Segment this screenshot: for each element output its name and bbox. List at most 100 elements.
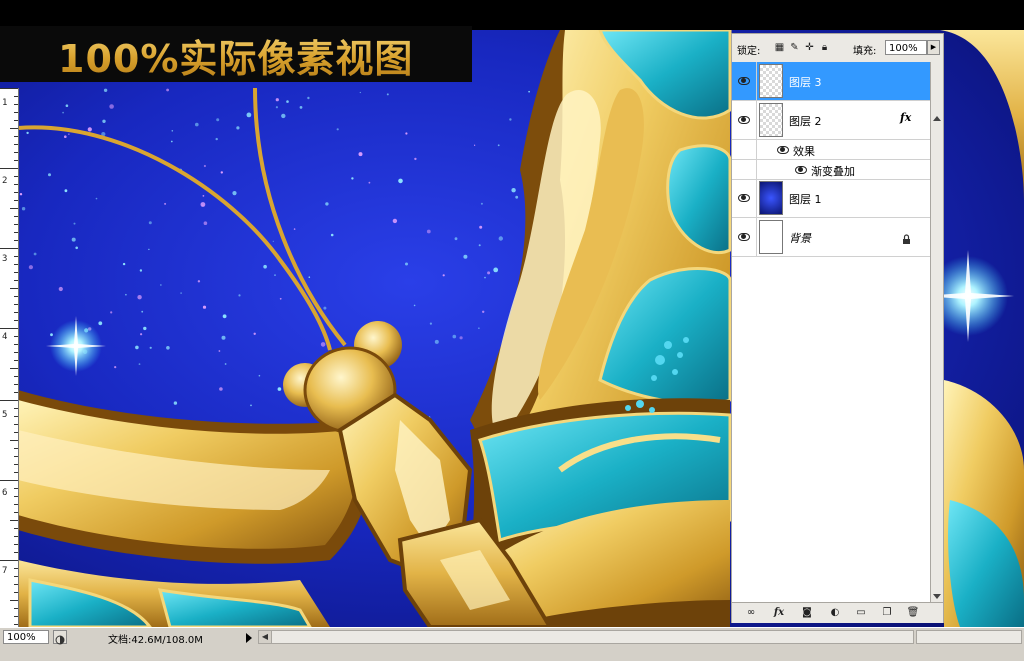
star [221, 335, 226, 340]
layers-scrollbar[interactable] [930, 62, 943, 602]
eye-icon[interactable] [735, 112, 753, 128]
star [359, 91, 361, 94]
layer-1-visibility[interactable] [732, 179, 757, 217]
scroll-up-icon[interactable] [933, 116, 941, 121]
scroll-down-icon[interactable] [933, 594, 941, 599]
ruler-number: 3 [2, 254, 8, 264]
star [509, 118, 512, 121]
fill-dropdown-button[interactable]: ▶ [927, 40, 940, 55]
layer-row-2[interactable]: 图层 2 fx [732, 101, 930, 140]
star [110, 311, 113, 314]
star [493, 267, 499, 273]
eye-icon[interactable] [735, 229, 753, 245]
eye-icon[interactable] [735, 190, 753, 206]
star [140, 333, 143, 336]
zoom-menu-button[interactable] [53, 630, 67, 645]
star [320, 342, 326, 347]
lock-transparency-icon[interactable]: ▦ [774, 42, 785, 53]
star [386, 93, 389, 96]
star [160, 284, 162, 286]
lock-label: 锁定: [737, 46, 761, 57]
star [170, 140, 173, 143]
status-bar: 100% 文档:42.6M/108.0M ◀ [0, 627, 1024, 661]
star [64, 135, 67, 138]
layer-2-name[interactable]: 图层 2 [789, 113, 822, 129]
ruler-number: 6 [2, 488, 8, 498]
fill-input[interactable]: 100% [885, 40, 927, 55]
background-name[interactable]: 背景 [789, 230, 811, 246]
layer-row-background[interactable]: 背景 [732, 218, 930, 257]
layer-effects-icon[interactable]: fx [900, 111, 911, 124]
background-thumbnail [759, 220, 783, 254]
background-visibility[interactable] [732, 218, 757, 256]
layers-panel: 锁定: ▦ ✎ ✛ 🔒︎ 填充: 100% ▶ 图层 3 图层 2 fx 效果 … [731, 33, 944, 623]
lock-position-icon[interactable]: ✛ [804, 42, 815, 53]
layer-2-visibility[interactable] [732, 101, 757, 139]
star [511, 188, 516, 193]
star [62, 111, 64, 114]
star [21, 207, 26, 211]
star [528, 90, 530, 93]
ruler-number: 1 [2, 98, 8, 108]
star [515, 195, 519, 199]
layer-row-3[interactable]: 图层 3 [732, 62, 930, 101]
layer-list: 图层 3 图层 2 fx 效果 渐变叠加 图层 1 背景 [732, 62, 930, 602]
star [275, 106, 278, 109]
delete-layer-icon[interactable]: 🗑︎ [906, 606, 920, 619]
star [277, 387, 282, 391]
star [258, 374, 261, 377]
document-size: 文档:42.6M/108.0M [108, 635, 203, 646]
star [215, 137, 218, 141]
lock-icon [902, 230, 910, 244]
star [497, 144, 500, 147]
star [64, 189, 68, 193]
effects-row[interactable]: 效果 [732, 140, 930, 159]
star [58, 286, 63, 292]
zoom-field[interactable]: 100% [3, 630, 49, 644]
star [103, 88, 108, 93]
eye-icon[interactable] [792, 162, 810, 178]
star [202, 305, 207, 309]
add-mask-icon[interactable]: ◙ [800, 606, 814, 619]
star [274, 274, 276, 276]
status-menu-icon[interactable] [244, 630, 254, 644]
star [26, 131, 29, 135]
eye-icon[interactable] [774, 142, 792, 158]
star [482, 310, 485, 313]
layer-row-1[interactable]: 图层 1 [732, 179, 930, 218]
gradient-overlay-row[interactable]: 渐变叠加 [732, 159, 930, 180]
adjustment-layer-icon[interactable]: ◐ [828, 606, 842, 619]
layer-1-name[interactable]: 图层 1 [789, 191, 822, 207]
star [498, 236, 503, 241]
star [114, 366, 117, 369]
layer-3-name[interactable]: 图层 3 [789, 74, 822, 90]
star [95, 197, 98, 200]
star [478, 244, 481, 247]
star [141, 310, 144, 313]
star [75, 246, 78, 250]
ruler-number: 7 [2, 566, 8, 576]
star [236, 126, 240, 130]
add-style-icon[interactable]: fx [772, 606, 786, 619]
link-layers-icon[interactable]: ∞ [744, 606, 758, 619]
star [219, 387, 223, 391]
star [65, 104, 69, 107]
star [308, 276, 311, 279]
new-layer-icon[interactable]: ❐ [880, 606, 894, 619]
lock-paint-icon[interactable]: ✎ [789, 42, 800, 53]
horizontal-scrollbar[interactable]: ◀ [258, 630, 914, 644]
layers-panel-footer: ∞ fx ◙ ◐ ▭ ❐ 🗑︎ [732, 602, 943, 623]
layer-3-visibility[interactable] [732, 62, 757, 100]
new-group-icon[interactable]: ▭ [854, 606, 868, 619]
star [139, 269, 143, 272]
eye-icon[interactable] [735, 73, 753, 89]
star [484, 276, 486, 279]
star [149, 346, 152, 349]
star [253, 332, 256, 335]
vertical-ruler[interactable]: 12345678 [0, 88, 19, 654]
ruler-number: 5 [2, 410, 8, 420]
scroll-left-icon[interactable]: ◀ [259, 631, 272, 643]
lock-all-icon[interactable]: 🔒︎ [819, 42, 830, 53]
horizontal-scroll-track[interactable] [916, 630, 1022, 644]
star [281, 113, 286, 119]
